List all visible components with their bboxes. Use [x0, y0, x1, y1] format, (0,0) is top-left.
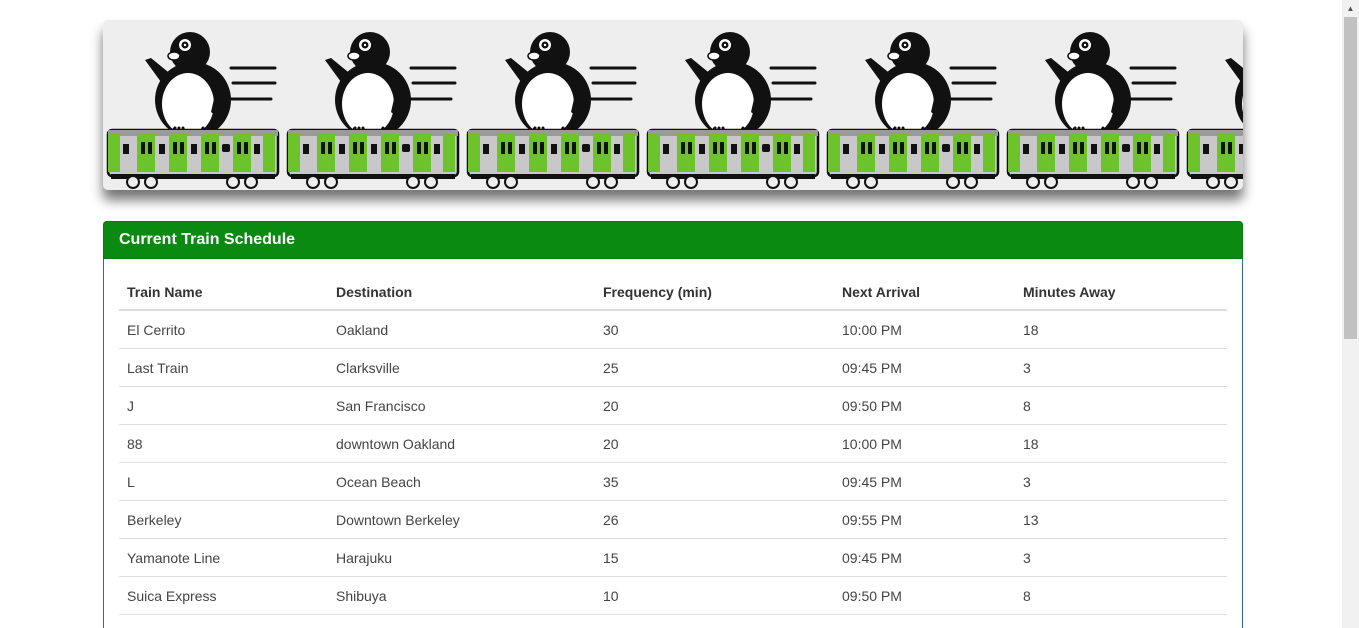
penguin-train-tile	[826, 30, 1000, 190]
cell-next-arrival: 09:45 PM	[834, 462, 1015, 501]
cell-frequency: 20	[595, 386, 834, 425]
schedule-table: Train Name Destination Frequency (min) N…	[119, 274, 1227, 628]
penguin-train-tile	[286, 30, 460, 190]
header-next-arrival: Next Arrival	[834, 274, 1015, 311]
cell-train-name: 88	[119, 424, 328, 463]
cell-minutes-away: 3	[1015, 538, 1227, 577]
cell-minutes-away: 13	[1015, 500, 1227, 539]
table-row: L Ocean Beach 35 09:45 PM 3	[119, 462, 1227, 501]
scroll-up-arrow-icon[interactable]: ▲	[1342, 0, 1359, 17]
cell-destination: San Francisco	[328, 386, 595, 425]
table-row: J San Francisco 20 09:50 PM 8	[119, 386, 1227, 425]
cell-frequency: 20	[595, 424, 834, 463]
table-header-row: Train Name Destination Frequency (min) N…	[119, 274, 1227, 311]
cell-destination: downtown Oakland	[328, 424, 595, 463]
cell-train-name: Suica Express	[119, 576, 328, 615]
table-row: Yamanote Line Harajuku 15 09:45 PM 3	[119, 538, 1227, 577]
cell-minutes-away: 8	[1015, 576, 1227, 615]
table-row: Last Train Clarksville 25 09:45 PM 3	[119, 348, 1227, 387]
table-row: 88 downtown Oakland 20 10:00 PM 18	[119, 424, 1227, 463]
cell-train-name: Yamanote Line	[119, 538, 328, 577]
cell-minutes-away: 3	[1015, 348, 1227, 387]
penguin-train-tile	[646, 30, 820, 190]
cell-next-arrival: 09:50 PM	[834, 576, 1015, 615]
table-row: pizza oakl 5 09:45 PM 3	[119, 614, 1227, 628]
cell-destination: Oakland	[336, 322, 389, 338]
cell-minutes-away: 18	[1015, 424, 1227, 463]
cell-next-arrival: 09:45 PM	[834, 538, 1015, 577]
cell-destination: Shibuya	[328, 576, 595, 615]
cell-minutes-away: 3	[1015, 614, 1227, 628]
cell-frequency: 26	[595, 500, 834, 539]
penguin-train-tile	[1186, 30, 1243, 190]
panel-title: Current Train Schedule	[119, 231, 296, 248]
header-destination: Destination	[328, 274, 595, 311]
table-row: El Cerrito Oakland 30 10:00 PM 18	[119, 310, 1227, 349]
cell-destination: Harajuku	[328, 538, 595, 577]
header-minutes-away: Minutes Away	[1015, 274, 1227, 311]
cell-destination: Downtown Berkeley	[328, 500, 595, 539]
penguin-train-tile	[466, 30, 640, 190]
cell-minutes-away: 8	[1015, 386, 1227, 425]
cell-frequency: 25	[595, 348, 834, 387]
cell-train-name: Last Train	[119, 348, 328, 387]
cell-frequency: 10	[595, 576, 834, 615]
table-row: Suica Express Shibuya 10 09:50 PM 8	[119, 576, 1227, 615]
header-train-name: Train Name	[119, 274, 328, 311]
banner-image	[103, 20, 1243, 190]
cell-train-name: El Cerrito	[127, 322, 186, 338]
cell-frequency: 35	[595, 462, 834, 501]
header-frequency: Frequency (min)	[595, 274, 834, 311]
cell-next-arrival: 10:00 PM	[842, 322, 902, 338]
penguin-train-tile	[106, 30, 280, 190]
schedule-table-body: El Cerrito Oakland 30 10:00 PM 18 Last T…	[119, 310, 1227, 628]
cell-train-name: J	[119, 386, 328, 425]
cell-destination: oakl	[328, 614, 595, 628]
cell-minutes-away: 3	[1015, 462, 1227, 501]
cell-minutes-away: 18	[1023, 322, 1039, 338]
page: Current Train Schedule Train Name Destin…	[0, 0, 1359, 628]
panel-heading: Current Train Schedule	[103, 221, 1243, 259]
cell-destination: Clarksville	[328, 348, 595, 387]
cell-next-arrival: 09:45 PM	[834, 348, 1015, 387]
cell-next-arrival: 09:45 PM	[834, 614, 1015, 628]
cell-train-name: L	[119, 462, 328, 501]
penguin-train-tile	[1006, 30, 1180, 190]
table-row: Berkeley Downtown Berkeley 26 09:55 PM 1…	[119, 500, 1227, 539]
cell-next-arrival: 09:55 PM	[834, 500, 1015, 539]
cell-train-name: pizza	[119, 614, 328, 628]
cell-next-arrival: 10:00 PM	[834, 424, 1015, 463]
cell-frequency: 30	[603, 322, 619, 338]
schedule-panel: Current Train Schedule Train Name Destin…	[103, 221, 1243, 628]
cell-frequency: 15	[595, 538, 834, 577]
panel-body: Train Name Destination Frequency (min) N…	[104, 259, 1242, 628]
cell-train-name: Berkeley	[119, 500, 328, 539]
page-scrollbar[interactable]: ▲	[1342, 0, 1359, 628]
cell-frequency: 5	[595, 614, 834, 628]
scrollbar-thumb[interactable]	[1344, 17, 1357, 339]
cell-destination: Ocean Beach	[328, 462, 595, 501]
cell-next-arrival: 09:50 PM	[834, 386, 1015, 425]
